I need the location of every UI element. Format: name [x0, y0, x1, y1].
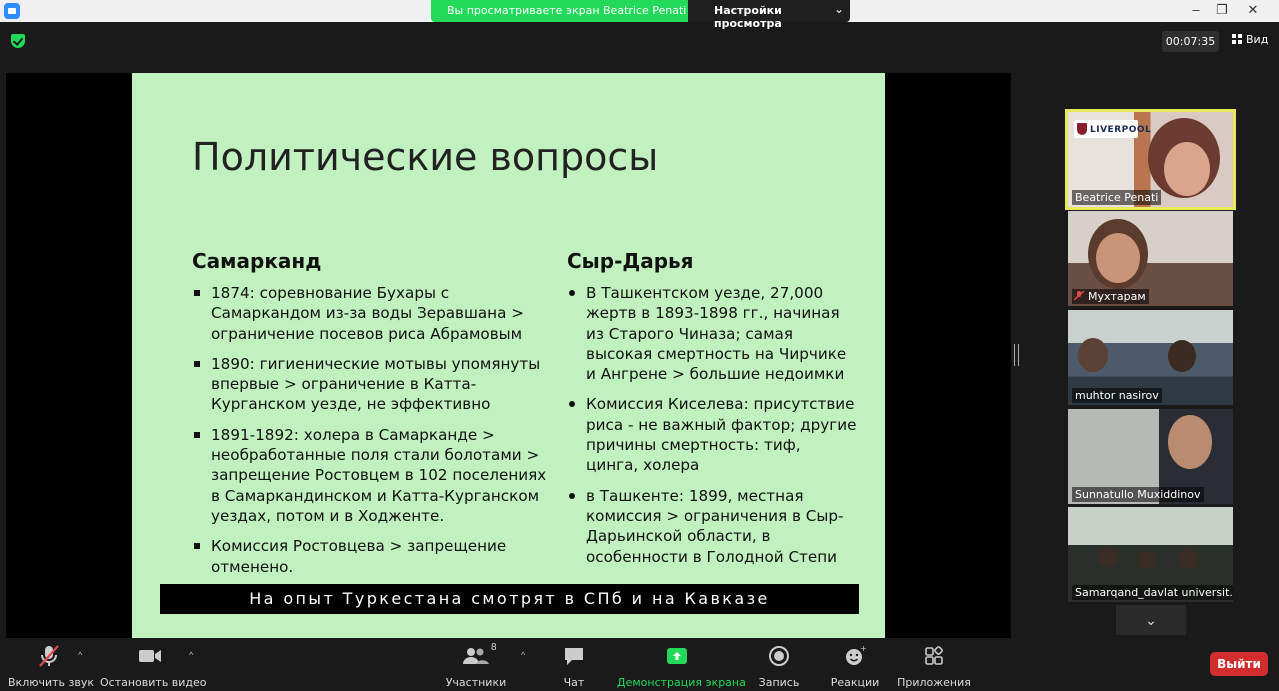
audio-options-caret[interactable]: ^	[78, 650, 82, 660]
more-participants-button[interactable]: ⌄	[1116, 605, 1186, 635]
participant-face	[1096, 233, 1140, 283]
unmute-label: Включить звук	[8, 676, 95, 689]
svg-text:+: +	[860, 644, 867, 653]
participant-tile[interactable]: Мухтарам	[1068, 211, 1233, 306]
reactions-button[interactable]: + Реакции	[829, 644, 881, 689]
share-screen-label: Демонстрация экрана	[617, 676, 746, 689]
record-button[interactable]: Запись	[756, 644, 802, 689]
share-screen-button[interactable]: Демонстрация экрана	[617, 644, 746, 689]
participant-name: Sunnatullo Muxiddinov	[1072, 487, 1204, 502]
chat-button[interactable]: Чат	[552, 644, 596, 689]
split-resize-handle[interactable]	[1014, 344, 1019, 366]
participant-tile[interactable]: muhtor nasirov	[1068, 310, 1233, 405]
close-button[interactable]: ✕	[1238, 0, 1268, 22]
participants-label: Участники	[445, 676, 507, 689]
share-banner-text: Вы просматриваете экран Beatrice Penati	[447, 4, 687, 17]
presentation-slide: Политические вопросы Самарканд 1874: сор…	[132, 73, 885, 638]
meeting-toolbar: Включить звук ^ Остановить видео ^ 8 Уча…	[0, 638, 1279, 691]
participant-avatar	[1168, 340, 1196, 372]
window-titlebar: Вы просматриваете экран Beatrice Penati …	[0, 0, 1279, 30]
muted-mic-icon	[1074, 291, 1084, 301]
participant-avatar	[1178, 549, 1198, 569]
zoom-meeting-window: Вы просматриваете экран Beatrice Penati …	[0, 0, 1279, 691]
maximize-button[interactable]: ❐	[1207, 0, 1237, 22]
record-icon	[769, 646, 789, 666]
record-label: Запись	[758, 676, 800, 689]
logo-text: LIVERPOOL	[1090, 125, 1152, 135]
participant-avatar	[1138, 551, 1156, 569]
university-logo: LIVERPOOL	[1074, 120, 1151, 138]
participants-count: 8	[491, 642, 497, 653]
zoom-app-icon	[4, 3, 20, 19]
bullet-item: 1890: гигиенические мотывы упомянуты впе…	[192, 354, 552, 415]
participant-name: Beatrice Penati	[1072, 190, 1162, 205]
participant-face	[1168, 415, 1212, 469]
stop-video-button[interactable]: Остановить видео	[100, 644, 207, 689]
right-bullet-list: В Ташкентском уезде, 27,000 жертв в 1893…	[567, 283, 857, 567]
apps-label: Приложения	[897, 676, 971, 689]
bullet-item: 1874: соревнование Бухары с Самаркандом …	[192, 283, 552, 344]
slide-title: Политические вопросы	[192, 135, 659, 179]
meeting-timer: 00:07:35	[1162, 31, 1219, 52]
left-bullet-list: 1874: соревнование Бухары с Самаркандом …	[192, 283, 552, 577]
share-screen-icon	[667, 648, 687, 664]
participants-button[interactable]: 8 Участники	[443, 642, 509, 689]
bullet-item: Комиссия Ростовцева > запрещение отменен…	[192, 536, 552, 577]
screen-share-banner: Вы просматриваете экран Beatrice Penati …	[431, 0, 850, 30]
stop-video-label: Остановить видео	[100, 676, 207, 689]
chat-bubble-icon	[565, 648, 583, 665]
participant-tile[interactable]: Samarqand_davlat universit...	[1068, 507, 1233, 602]
view-layout-button[interactable]: Вид	[1232, 33, 1268, 46]
participants-options-caret[interactable]: ^	[521, 650, 525, 660]
smiley-icon: +	[846, 644, 867, 665]
leave-button[interactable]: Выйти	[1210, 652, 1268, 676]
video-options-caret[interactable]: ^	[189, 650, 193, 660]
left-column-heading: Самарканд	[192, 249, 322, 273]
participant-avatar	[1098, 547, 1118, 567]
video-camera-icon	[139, 650, 161, 662]
slide-right-column: Сыр-Дарья В Ташкентском уезде, 27,000 же…	[567, 249, 857, 577]
bullet-item: В Ташкентском уезде, 27,000 жертв в 1893…	[567, 283, 857, 384]
slide-left-column: Самарканд 1874: соревнование Бухары с Са…	[192, 249, 552, 587]
view-options-dropdown[interactable]: Настройки просмотра ⌄	[688, 0, 850, 30]
view-label: Вид	[1246, 33, 1269, 46]
participant-avatar	[1078, 338, 1108, 372]
encryption-shield-icon[interactable]	[11, 34, 25, 48]
participant-tile-active-speaker[interactable]: LIVERPOOL Beatrice Penati	[1065, 109, 1236, 210]
apps-button[interactable]: Приложения	[896, 644, 972, 689]
apps-icon	[925, 646, 943, 665]
bullet-item: 1891-1892: холера в Самарканде > необраб…	[192, 425, 552, 526]
muted-mic-icon	[39, 645, 59, 667]
participant-face	[1164, 142, 1210, 196]
participant-name: muhtor nasirov	[1072, 388, 1162, 403]
bullet-item: в Ташкенте: 1899, местная комиссия > огр…	[567, 486, 857, 567]
grid-icon	[1232, 34, 1242, 44]
participant-tile[interactable]: Sunnatullo Muxiddinov	[1068, 409, 1233, 504]
slide-banner: На опыт Туркестана смотрят в СПб и на Ка…	[160, 584, 859, 614]
chevron-down-icon: ⌄	[834, 2, 845, 16]
right-column-heading: Сыр-Дарья	[567, 249, 694, 273]
shared-screen-area: Политические вопросы Самарканд 1874: сор…	[6, 73, 1011, 638]
participant-name: Samarqand_davlat universit...	[1072, 585, 1233, 600]
participants-icon	[463, 648, 489, 664]
view-options-label: Настройки просмотра	[714, 4, 782, 30]
chat-label: Чат	[563, 676, 585, 689]
bullet-item: Комиссия Киселева: присутствие риса - не…	[567, 394, 857, 475]
shield-crest-icon	[1077, 123, 1087, 135]
reactions-label: Реакции	[830, 676, 880, 689]
